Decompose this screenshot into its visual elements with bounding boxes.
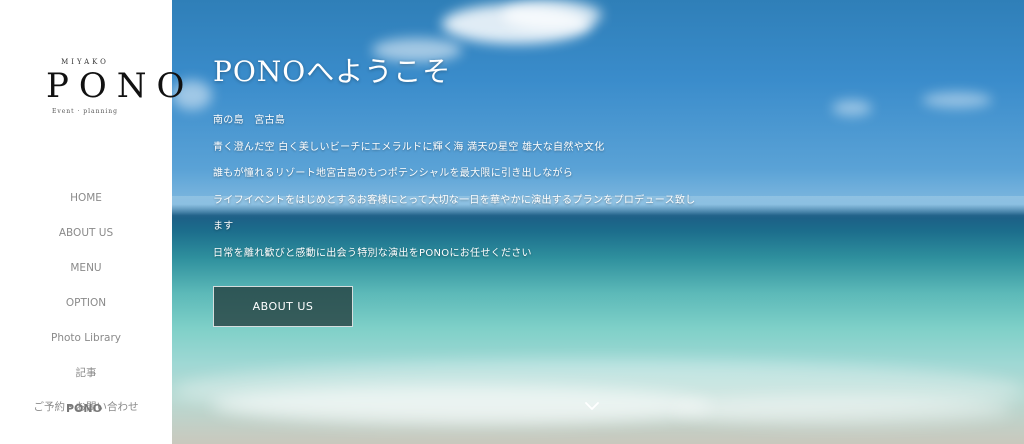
hero-line: 日常を離れ歓びと感動に出会う特別な演出をPONOにお任せください — [213, 247, 532, 259]
nav-item-about-us[interactable]: ABOUT US — [0, 221, 172, 256]
sidebar: MIYAKO PONO Event · planning HOME ABOUT … — [0, 0, 195, 444]
cloud-decoration — [832, 100, 872, 116]
chevron-down-icon[interactable] — [584, 398, 600, 414]
nav-item-home[interactable]: HOME — [0, 186, 172, 221]
about-us-button[interactable]: ABOUT US — [213, 286, 353, 327]
nav-item-articles[interactable]: 記事 — [0, 361, 172, 396]
nav-item-option[interactable]: OPTION — [0, 291, 172, 326]
nav-item-menu[interactable]: MENU — [0, 256, 172, 291]
hero-description: 南の島 宮古島 青く澄んだ空 白く美しいビーチにエメラルドに輝く海 満天の星空 … — [213, 108, 733, 267]
logo[interactable]: MIYAKO PONO Event · planning — [40, 58, 195, 115]
wave-foam — [212, 385, 712, 425]
hero-line: ます — [213, 221, 234, 232]
main-nav: HOME ABOUT US MENU OPTION Photo Library … — [0, 186, 172, 396]
hero-section: PONOへようこそ 南の島 宮古島 青く澄んだ空 白く美しいビーチにエメラルドに… — [172, 0, 1024, 444]
hero-content: PONOへようこそ 南の島 宮古島 青く澄んだ空 白く美しいビーチにエメラルドに… — [213, 50, 733, 267]
logo-top-text: MIYAKO — [61, 58, 109, 66]
hero-line: 青く澄んだ空 白く美しいビーチにエメラルドに輝く海 満天の星空 雄大な自然や文化 — [213, 141, 605, 153]
hero-line: 南の島 宮古島 — [213, 115, 286, 126]
hero-line: ライフイベントをはじめとするお客様にとって大切な一日を華やかに演出するプランをプ… — [213, 194, 696, 206]
cloud-decoration — [922, 92, 992, 108]
wave-foam — [672, 395, 1012, 425]
hero-title: PONOへようこそ — [213, 55, 452, 88]
cloud-decoration — [502, 0, 602, 30]
hero-line: 誰もが憧れるリゾート地宮古島のもつポテンシャルを最大限に引き出しながら — [213, 168, 574, 179]
brand-overlay-text: PONO — [66, 402, 102, 415]
logo-subtitle: Event · planning — [51, 108, 118, 115]
nav-item-photo-library[interactable]: Photo Library — [0, 326, 172, 361]
logo-mark: PONO — [46, 66, 195, 106]
